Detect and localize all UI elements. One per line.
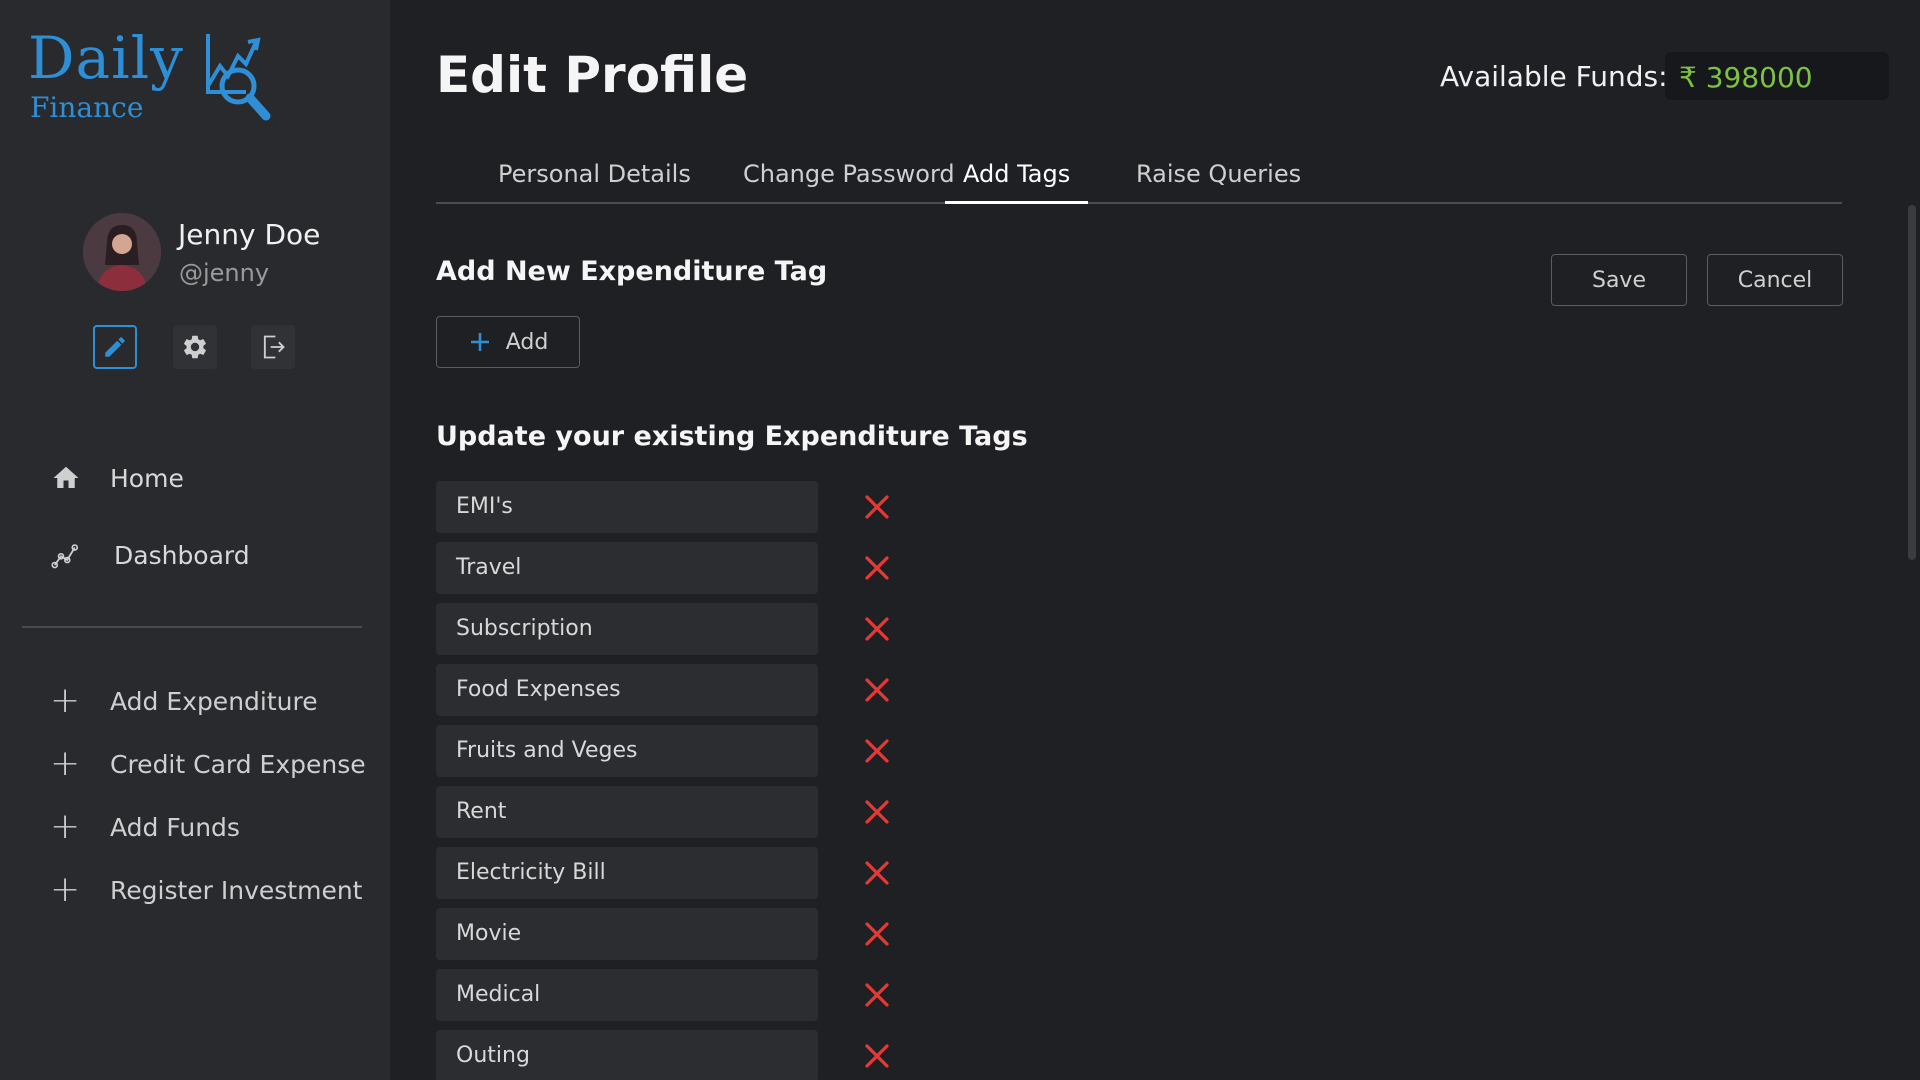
app-logo[interactable]: Daily Finance [28,24,278,124]
tab-change-password[interactable]: Change Password [725,160,973,204]
tag-input[interactable]: Fruits and Veges [436,725,818,777]
available-funds-label: Available Funds: [1440,60,1668,93]
pencil-icon [105,337,125,357]
delete-tag-icon[interactable] [862,1041,892,1071]
avatar[interactable] [83,213,161,291]
tab-raise-queries[interactable]: Raise Queries [1118,160,1319,204]
action-label: Register Investment [110,875,363,905]
tag-input[interactable]: Subscription [436,603,818,655]
add-tag-button[interactable]: Add [436,316,580,368]
profile-tabs: Personal Details Change Password Add Tag… [436,150,1842,204]
credit-card-expense-link[interactable]: + Credit Card Expense [50,746,366,782]
logo-daily-text: Daily [28,24,184,92]
tag-input[interactable]: Outing [436,1030,818,1080]
add-tag-label: Add [505,329,549,355]
action-label: Add Expenditure [110,686,318,716]
tag-input[interactable]: Medical [436,969,818,1021]
plus-icon: + [50,680,81,721]
cancel-button[interactable]: Cancel [1707,254,1843,306]
add-expenditure-link[interactable]: + Add Expenditure [50,683,318,719]
plus-icon: + [50,743,81,784]
trend-chart-icon [50,539,82,571]
sidebar-item-label: Home [110,463,184,493]
sidebar-item-home[interactable]: Home [50,462,184,494]
update-tags-heading: Update your existing Expenditure Tags [436,421,1028,452]
delete-tag-icon[interactable] [862,553,892,583]
settings-button[interactable] [173,325,217,369]
gear-icon [184,335,206,359]
user-name: Jenny Doe [178,218,321,251]
plus-icon: + [50,869,81,910]
home-icon [50,462,82,494]
available-funds-value: ₹ 398000 [1665,52,1889,100]
sidebar-item-label: Dashboard [114,540,250,570]
delete-tag-icon[interactable] [862,675,892,705]
plus-icon: + [50,806,81,847]
edit-profile-button[interactable] [93,325,137,369]
chart-magnifier-icon [206,34,271,121]
add-tag-heading: Add New Expenditure Tag [436,256,828,287]
action-label: Add Funds [110,812,240,842]
register-investment-link[interactable]: + Register Investment [50,872,362,908]
tag-input[interactable]: Food Expenses [436,664,818,716]
delete-tag-icon[interactable] [862,858,892,888]
sidebar: Daily Finance Jenny Doe @jenny Home Dash… [0,0,390,1080]
delete-tag-icon[interactable] [862,736,892,766]
tag-input[interactable]: Electricity Bill [436,847,818,899]
sidebar-divider [22,626,362,628]
page-title: Edit Profile [436,46,749,104]
add-funds-link[interactable]: + Add Funds [50,809,240,845]
tab-add-tags[interactable]: Add Tags [945,160,1089,204]
delete-tag-icon[interactable] [862,919,892,949]
delete-tag-icon[interactable] [862,614,892,644]
logo-finance-text: Finance [30,91,144,124]
save-button[interactable]: Save [1551,254,1687,306]
tag-input[interactable]: EMI's [436,481,818,533]
plus-icon [470,333,489,351]
tag-input[interactable]: Movie [436,908,818,960]
tab-personal-details[interactable]: Personal Details [480,160,709,204]
delete-tag-icon[interactable] [862,492,892,522]
tag-input[interactable]: Travel [436,542,818,594]
sidebar-item-dashboard[interactable]: Dashboard [50,539,250,571]
scrollbar[interactable] [1908,205,1916,560]
action-label: Credit Card Expense [110,749,366,779]
logout-button[interactable] [251,325,295,369]
delete-tag-icon[interactable] [862,980,892,1010]
user-handle: @jenny [179,259,270,287]
logout-icon [263,335,285,359]
tag-input[interactable]: Rent [436,786,818,838]
delete-tag-icon[interactable] [862,797,892,827]
